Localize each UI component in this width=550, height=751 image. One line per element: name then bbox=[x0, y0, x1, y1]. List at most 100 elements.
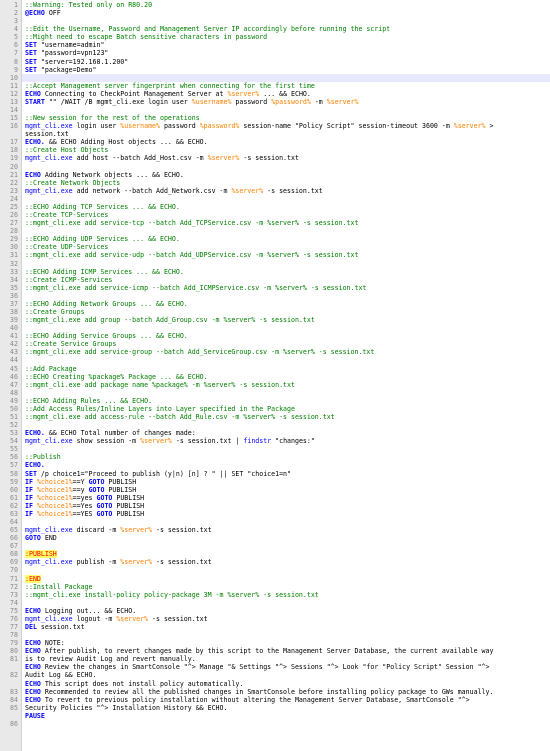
code-line[interactable]: PAUSE bbox=[22, 712, 550, 720]
code-line[interactable]: mgmt_cli.exe show session -m %server% -s… bbox=[22, 437, 550, 445]
code-line[interactable] bbox=[22, 356, 550, 364]
code-line[interactable] bbox=[22, 445, 550, 453]
code-line[interactable]: ECHO Recommended to review all the publi… bbox=[22, 688, 550, 696]
code-line[interactable]: ECHO. && ECHO Total number of changes ma… bbox=[22, 429, 550, 437]
code-line[interactable] bbox=[22, 324, 550, 332]
code-line[interactable] bbox=[22, 106, 550, 114]
code-line[interactable]: ::Add Access Rules/Inline Layers into La… bbox=[22, 405, 550, 413]
code-line[interactable]: mgmt_cli.exe add host --batch Add_Host.c… bbox=[22, 154, 550, 162]
code-line[interactable]: ::ECHO Adding TCP Services ... && ECHO. bbox=[22, 203, 550, 211]
code-line[interactable]: START "" /WAIT /B mgmt_cli.exe login use… bbox=[22, 98, 550, 106]
code-line[interactable]: mgmt_cli.exe discard -m %server% -s sess… bbox=[22, 526, 550, 534]
code-line[interactable]: ::Create ICMP-Services bbox=[22, 276, 550, 284]
code-line[interactable]: session.txt bbox=[22, 130, 550, 138]
code-line[interactable]: ::mgmt_cli.exe add package name %package… bbox=[22, 381, 550, 389]
code-line[interactable]: mgmt_cli.exe publish -m %server% -s sess… bbox=[22, 558, 550, 566]
code-line[interactable]: ECHO Connecting to CheckPoint Management… bbox=[22, 90, 550, 98]
line-number: 68 bbox=[10, 550, 18, 559]
code-line[interactable]: ECHO Logging out... && ECHO. bbox=[22, 607, 550, 615]
code-line[interactable]: IF %choice1%==Yes GOTO PUBLISH bbox=[22, 502, 550, 510]
code-line[interactable]: SET "username=admin" bbox=[22, 41, 550, 49]
code-line[interactable]: ::Publish bbox=[22, 453, 550, 461]
code-line[interactable]: DEL session.txt bbox=[22, 623, 550, 631]
code-line[interactable]: ::ECHO Adding Rules ... && ECHO. bbox=[22, 397, 550, 405]
code-line[interactable]: IF %choice1%==Y GOTO PUBLISH bbox=[22, 478, 550, 486]
code-line[interactable]: ::mgmt_cli.exe add service-icmp --batch … bbox=[22, 284, 550, 292]
code-line[interactable]: ::Create TCP-Services bbox=[22, 211, 550, 219]
code-line[interactable] bbox=[22, 73, 550, 82]
code-line[interactable]: :PUBLISH bbox=[22, 550, 550, 559]
code-line[interactable] bbox=[22, 17, 550, 25]
code-token-kw: GOTO bbox=[88, 477, 105, 486]
code-line[interactable]: ::ECHO Adding Network Groups ... && ECHO… bbox=[22, 300, 550, 308]
code-line[interactable]: mgmt_cli.exe logout -m %server% -s sessi… bbox=[22, 615, 550, 623]
code-line[interactable] bbox=[22, 389, 550, 397]
code-line[interactable] bbox=[22, 566, 550, 574]
code-line[interactable]: ECHO. bbox=[22, 461, 550, 469]
code-token-cmd: mgmt_cli.exe bbox=[25, 558, 73, 567]
code-line[interactable]: ::New session for the rest of the operat… bbox=[22, 114, 550, 122]
code-line[interactable]: ::Create UDP-Services bbox=[22, 243, 550, 251]
code-line[interactable]: Audit Log && ECHO. bbox=[22, 671, 550, 679]
code-line[interactable]: ::mgmt_cli.exe install-policy policy-pac… bbox=[22, 591, 550, 599]
line-number bbox=[0, 712, 21, 720]
code-line[interactable] bbox=[22, 631, 550, 639]
line-number: 22 bbox=[10, 178, 18, 187]
code-line[interactable] bbox=[22, 720, 550, 728]
code-line[interactable]: SET /p choice1="Proceed to publish (y|n)… bbox=[22, 470, 550, 478]
code-line[interactable]: ::Create Host Objects bbox=[22, 146, 550, 154]
code-line[interactable] bbox=[22, 518, 550, 526]
code-line[interactable]: ::mgmt_cli.exe add group --batch Add_Gro… bbox=[22, 316, 550, 324]
code-area[interactable]: ::Warning: Tested only on R80.20 @ECHO OF… bbox=[22, 0, 550, 751]
code-line[interactable]: is to review Audit Log and revert manual… bbox=[22, 655, 550, 663]
code-line[interactable]: SET "package=Demo" bbox=[22, 66, 550, 74]
code-line[interactable]: ::Edit the Username, Password and Manage… bbox=[22, 25, 550, 33]
code-line[interactable]: IF %choice1%==y GOTO PUBLISH bbox=[22, 486, 550, 494]
code-line[interactable]: ::mgmt_cli.exe add service-udp --batch A… bbox=[22, 251, 550, 259]
code-line[interactable] bbox=[22, 599, 550, 607]
code-line[interactable]: ::Create Groups bbox=[22, 308, 550, 316]
code-line[interactable]: ::ECHO Creating %package% Package ... &&… bbox=[22, 373, 550, 381]
code-line[interactable] bbox=[22, 260, 550, 268]
code-line[interactable]: ECHO To revert to previous policy instal… bbox=[22, 696, 550, 704]
code-line[interactable]: mgmt_cli.exe login user %username% passw… bbox=[22, 122, 550, 130]
code-line[interactable]: ::mgmt_cli.exe add service-tcp --batch A… bbox=[22, 219, 550, 227]
code-token-plain: After publish, to revert changes made by… bbox=[40, 647, 494, 656]
code-line[interactable]: IF %choice1%==YES GOTO PUBLISH bbox=[22, 510, 550, 518]
code-line[interactable]: ::Add Package bbox=[22, 365, 550, 373]
code-line[interactable]: @ECHO OFF bbox=[22, 9, 550, 17]
code-line[interactable] bbox=[22, 542, 550, 550]
code-line[interactable]: SET "password=vpn123" bbox=[22, 49, 550, 57]
code-line[interactable]: ::ECHO Adding ICMP Services ... && ECHO. bbox=[22, 268, 550, 276]
code-line[interactable]: IF %choice1%==yes GOTO PUBLISH bbox=[22, 494, 550, 502]
code-line[interactable]: ::ECHO Adding Service Groups ... && ECHO… bbox=[22, 332, 550, 340]
code-line[interactable] bbox=[22, 163, 550, 171]
code-line[interactable]: mgmt_cli.exe add network --batch Add_Net… bbox=[22, 187, 550, 195]
code-line[interactable]: ::Warning: Tested only on R80.20 bbox=[22, 1, 550, 9]
code-line[interactable]: ECHO This script does not install policy… bbox=[22, 680, 550, 688]
code-line[interactable]: :END bbox=[22, 574, 550, 583]
code-token-kw: GOTO bbox=[96, 509, 113, 518]
code-line[interactable]: ECHO After publish, to revert changes ma… bbox=[22, 647, 550, 655]
code-line[interactable]: ECHO NOTE: bbox=[22, 639, 550, 647]
code-line[interactable] bbox=[22, 227, 550, 235]
code-line[interactable]: ECHO. && ECHO Adding Host objects ... &&… bbox=[22, 138, 550, 146]
code-token-plain: PUBLISH bbox=[104, 477, 137, 486]
code-line[interactable]: GOTO END bbox=[22, 534, 550, 542]
code-line[interactable]: ::Create Service Groups bbox=[22, 340, 550, 348]
code-line[interactable]: ECHO Adding Network objects ... && ECHO. bbox=[22, 171, 550, 179]
code-line[interactable]: ::mgmt_cli.exe add service-group --batch… bbox=[22, 348, 550, 356]
code-line[interactable]: ECHO Review the changes in SmartConsole … bbox=[22, 663, 550, 671]
code-line[interactable]: ::Create Network Objects bbox=[22, 179, 550, 187]
code-line[interactable]: ::Might need to escape Batch sensitive c… bbox=[22, 33, 550, 41]
code-line[interactable]: ::Install Package bbox=[22, 583, 550, 591]
code-line[interactable] bbox=[22, 195, 550, 203]
code-line[interactable] bbox=[22, 421, 550, 429]
code-line[interactable]: ::ECHO Adding UDP Services ... && ECHO. bbox=[22, 235, 550, 243]
code-editor[interactable]: 1 2 3 4 5 6 7 8 9 10 11 12 13 14 15 16 17 18 19 20 21 22 23 24 2… bbox=[0, 0, 550, 751]
code-line[interactable]: SET "server=192.168.1.200" bbox=[22, 58, 550, 66]
code-line[interactable] bbox=[22, 292, 550, 300]
code-line[interactable]: ::Accept Management server fingerprint w… bbox=[22, 82, 550, 90]
code-line[interactable]: Security Policies "^> Installation Histo… bbox=[22, 704, 550, 712]
code-line[interactable]: ::mgmt_cli.exe add access-rule --batch A… bbox=[22, 413, 550, 421]
